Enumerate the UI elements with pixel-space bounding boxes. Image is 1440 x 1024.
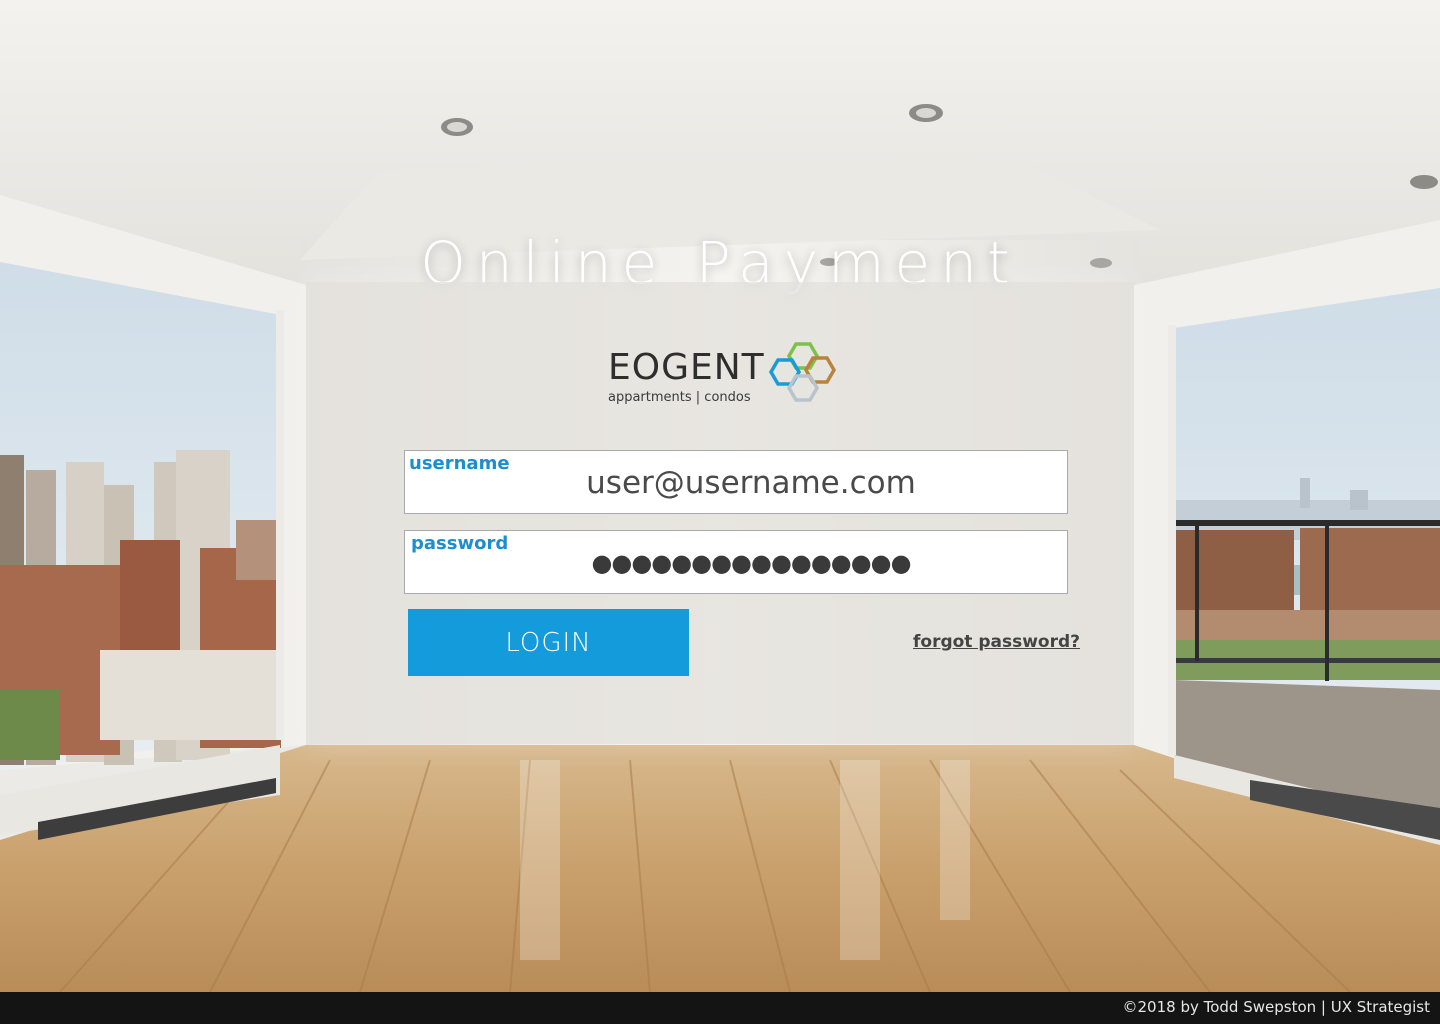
username-field[interactable]: username user@username.com [404,450,1068,514]
password-input[interactable]: ●●●●●●●●●●●●●●●● [405,549,1067,577]
footer-credit: ©2018 by Todd Swepston | UX Strategist [1122,998,1431,1016]
hexagon-logo-icon [768,342,836,402]
forgot-password-link[interactable]: forgot password? [913,632,1080,652]
password-field[interactable]: password ●●●●●●●●●●●●●●●● [404,530,1068,594]
login-page: Online Payment EOGENT appartments | cond… [0,0,1440,1024]
brand-logo: EOGENT appartments | condos [608,340,848,410]
footer-bar: ©2018 by Todd Swepston | UX Strategist [0,992,1440,1024]
brand-tagline: appartments | condos [608,390,751,405]
brand-wordmark: EOGENT [608,347,765,388]
login-button[interactable]: LOGIN [408,609,689,676]
login-panel: EOGENT appartments | condos username use… [306,282,1134,744]
username-input[interactable]: user@username.com [405,465,1067,501]
